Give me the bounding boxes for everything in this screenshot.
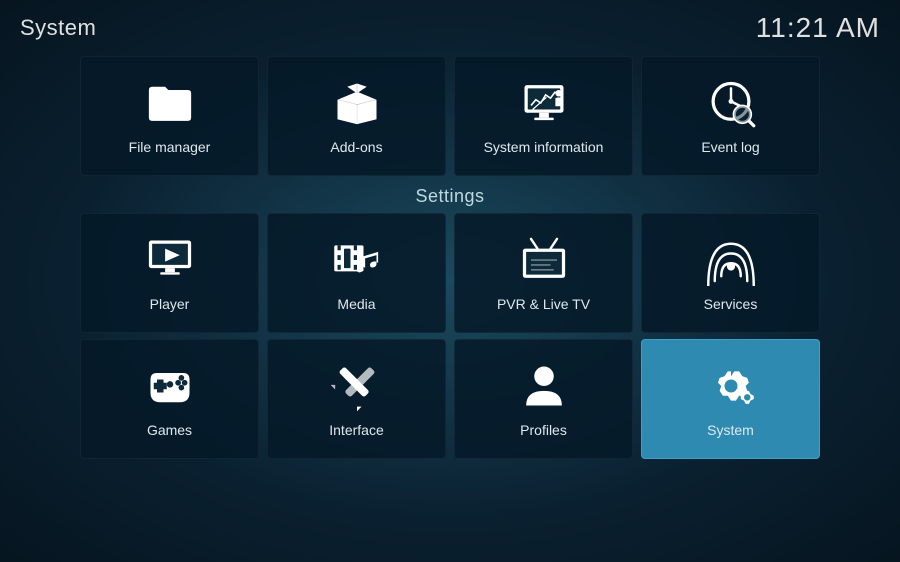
tile-pvr-live-tv[interactable]: PVR & Live TV	[454, 213, 633, 333]
tile-games-label: Games	[147, 422, 192, 438]
tile-event-log[interactable]: Event log	[641, 56, 820, 176]
folder-icon	[144, 77, 196, 129]
tile-media-label: Media	[337, 296, 375, 312]
tile-media[interactable]: Media	[267, 213, 446, 333]
tile-system-information-label: System information	[484, 139, 604, 155]
tile-pvr-live-tv-label: PVR & Live TV	[497, 296, 590, 312]
tile-games[interactable]: Games	[80, 339, 259, 459]
games-icon	[144, 360, 196, 412]
services-icon	[705, 234, 757, 286]
tile-services[interactable]: Services	[641, 213, 820, 333]
tile-interface[interactable]: Interface	[267, 339, 446, 459]
tile-event-log-label: Event log	[701, 139, 759, 155]
page-title: System	[20, 15, 96, 41]
tile-system-label: System	[707, 422, 754, 438]
tile-add-ons[interactable]: Add-ons	[267, 56, 446, 176]
sysinfo-icon	[518, 77, 570, 129]
tile-player[interactable]: Player	[80, 213, 259, 333]
addons-icon	[331, 77, 383, 129]
tile-system[interactable]: System	[641, 339, 820, 459]
tile-file-manager[interactable]: File manager	[80, 56, 259, 176]
tile-file-manager-label: File manager	[129, 139, 211, 155]
settings-row-1: Player Media	[0, 213, 900, 333]
page-wrapper: System 11:21 AM File manager	[0, 0, 900, 562]
tile-interface-label: Interface	[329, 422, 383, 438]
clock: 11:21 AM	[756, 12, 880, 44]
tile-profiles[interactable]: Profiles	[454, 339, 633, 459]
settings-label: Settings	[0, 186, 900, 207]
header: System 11:21 AM	[0, 0, 900, 52]
tile-player-label: Player	[150, 296, 190, 312]
tile-system-information[interactable]: System information	[454, 56, 633, 176]
top-tiles-row: File manager	[0, 56, 900, 176]
media-icon	[331, 234, 383, 286]
player-icon	[144, 234, 196, 286]
eventlog-icon	[705, 77, 757, 129]
tile-services-label: Services	[704, 296, 758, 312]
tile-profiles-label: Profiles	[520, 422, 567, 438]
pvr-icon	[518, 234, 570, 286]
profiles-icon	[518, 360, 570, 412]
tile-add-ons-label: Add-ons	[330, 139, 382, 155]
settings-row-2: Games Interface	[0, 339, 900, 459]
interface-icon	[331, 360, 383, 412]
system-icon	[705, 360, 757, 412]
